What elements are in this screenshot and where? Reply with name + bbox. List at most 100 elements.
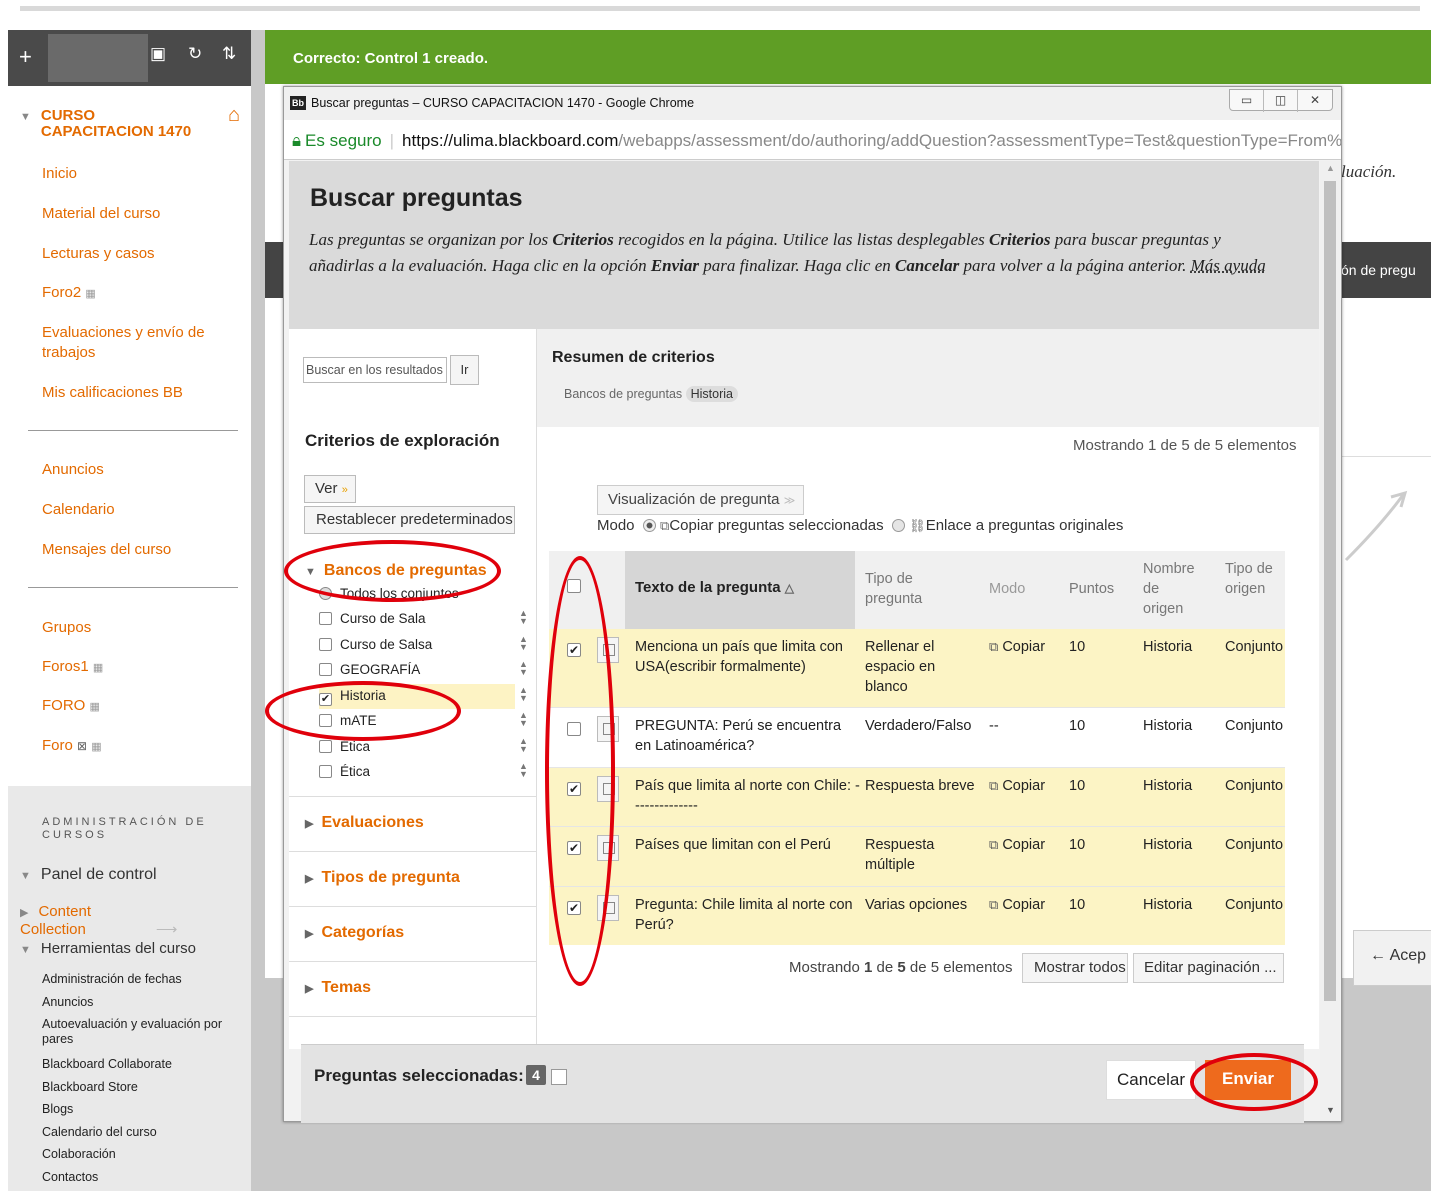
reorder-icon[interactable]: ▲ ▼ [519,635,528,652]
row-checkbox[interactable] [567,722,581,736]
section-tipos[interactable]: ▶ Tipos de pregunta [305,869,460,887]
col-text[interactable]: Texto de la pregunta △ [635,578,794,598]
preview-icon[interactable] [597,637,619,663]
address-bar[interactable]: 🔒︎ Es seguro | https://ulima.blackboard.com… [284,120,1341,160]
col-points[interactable]: Puntos [1069,579,1114,599]
summary-tag[interactable]: Historia [685,386,738,402]
tool-item[interactable]: Autoevaluación y evaluación por pares [42,1017,237,1047]
view-button[interactable]: Ver » [304,475,356,503]
table-row[interactable]: ✔ Menciona un país que limita con USA(es… [549,629,1285,707]
select-all-checkbox[interactable] [567,579,581,593]
radio-selected-icon[interactable] [642,519,656,532]
bank-label: Curso de Sala [340,611,426,626]
tool-item[interactable]: Blackboard Collaborate [42,1057,172,1072]
refresh-icon[interactable]: ↻ [188,44,202,64]
sidebar-item-foro[interactable]: Foro ⊠ ▦ [42,736,102,757]
bank-option[interactable]: mATE [319,709,515,734]
home-icon[interactable]: ⌂ [228,104,240,127]
tool-item[interactable]: Blackboard Store [42,1080,138,1095]
sidebar-item-calificaciones[interactable]: Mis calificaciones BB [42,383,183,403]
row-checkbox[interactable]: ✔ [567,782,581,796]
bank-option[interactable]: Curso de Sala [319,607,515,632]
accept-button[interactable]: ← Acep [1353,930,1431,986]
add-icon[interactable]: + [19,44,32,70]
reorder-icon[interactable]: ▲ ▼ [519,711,528,728]
close-icon[interactable]: ✕ [1298,90,1332,112]
question-display-button[interactable]: Visualización de pregunta ≫ [597,485,804,515]
send-button[interactable]: Enviar [1205,1060,1291,1100]
preview-icon[interactable] [597,835,619,861]
sort-icon[interactable]: ⇅ [222,44,236,64]
reorder-icon[interactable]: ▲ ▼ [519,609,528,626]
herramientas-del-curso[interactable]: ▼ Herramientas del curso [20,940,196,957]
row-checkbox[interactable]: ✔ [567,841,581,855]
col-origin-type[interactable]: Tipo de origen [1225,559,1275,599]
reorder-icon[interactable]: ▲ ▼ [519,737,528,754]
bank-option-selected[interactable]: ✔ Historia [319,684,515,709]
row-checkbox[interactable]: ✔ [567,901,581,915]
course-title[interactable]: ▼ CURSO CAPACITACION 1470 [20,108,211,140]
maximize-icon[interactable]: ◫ [1264,90,1298,112]
reset-defaults-button[interactable]: Restablecer predeterminados [304,506,515,534]
reorder-icon[interactable]: ▲ ▼ [519,762,528,779]
sidebar-item-foro-caps[interactable]: FORO ▦ [42,696,100,717]
tool-item[interactable]: Contactos [42,1170,98,1185]
content-collection[interactable]: ▶ Content Collection ⟶ [20,903,251,938]
bank-option[interactable]: Ética [319,735,515,760]
sidebar-item-mensajes[interactable]: Mensajes del curso [42,540,171,560]
desc-bold: Enviar [650,256,700,275]
col-origin-name[interactable]: Nombre de origen [1143,559,1203,619]
sidebar-item-material[interactable]: Material del curso [42,204,160,224]
window-title: Buscar preguntas – CURSO CAPACITACION 14… [311,96,695,110]
scroll-down-icon[interactable]: ▼ [1326,1105,1335,1115]
section-categorias[interactable]: ▶ Categorías [305,924,404,942]
show-all-button[interactable]: Mostrar todos [1022,953,1128,983]
minimize-icon[interactable]: ▭ [1230,90,1264,112]
section-banks[interactable]: ▼ Bancos de preguntas [305,562,487,580]
col-type[interactable]: Tipo de pregunta [865,569,955,609]
reorder-icon[interactable]: ▲ ▼ [519,660,528,677]
table-row[interactable]: ✔ Pregunta: Chile limita al norte con Pe… [549,887,1285,945]
sidebar-toolbar: + ▣ ↻ ⇅ [8,30,251,86]
panel-de-control[interactable]: ▼ Panel de control [20,866,157,884]
tool-item[interactable]: Calendario del curso [42,1125,157,1140]
sidebar-item-inicio[interactable]: Inicio [42,164,77,184]
top-strip [0,0,1431,30]
folder-icon[interactable]: ▣ [150,44,166,64]
scrollbar-thumb[interactable] [1324,181,1336,1001]
section-evaluaciones[interactable]: ▶ Evaluaciones [305,814,424,832]
tool-item[interactable]: Administración de fechas [42,972,182,987]
tool-item[interactable]: Blogs [42,1102,73,1117]
sidebar-item-evaluaciones[interactable]: Evaluaciones y envío de trabajos [42,323,222,363]
table-row[interactable]: PREGUNTA: Perú se encuentra en Latinoamé… [549,708,1285,767]
more-help-link[interactable]: Más ayuda [1191,256,1266,275]
edit-pagination-button[interactable]: Editar paginación ... [1133,953,1284,983]
bank-option[interactable]: Ética [319,760,515,785]
bank-all-option[interactable]: Todos los conjuntos [319,582,515,607]
bank-option[interactable]: Curso de Salsa [319,633,515,658]
sidebar-item-anuncios[interactable]: Anuncios [42,460,104,480]
cancel-button[interactable]: Cancelar [1106,1060,1196,1100]
bank-option[interactable]: GEOGRAFÍA [319,658,515,683]
sidebar-item-foros1[interactable]: Foros1 ▦ [42,657,103,678]
reorder-icon[interactable]: ▲ ▼ [519,686,528,703]
tool-item[interactable]: Anuncios [42,995,93,1010]
preview-icon[interactable] [597,776,619,802]
preview-icon[interactable] [597,895,619,921]
search-go-button[interactable]: Ir [450,355,479,385]
tool-item[interactable]: Colaboración [42,1147,116,1162]
radio-icon[interactable] [892,519,905,532]
expand-selected-icon[interactable] [551,1069,567,1085]
sidebar-item-foro2[interactable]: Foro2 ▦ [42,283,96,304]
table-row[interactable]: ✔ Países que limitan con el Perú Respues… [549,827,1285,886]
sidebar-item-lecturas[interactable]: Lecturas y casos [42,244,155,264]
section-temas[interactable]: ▶ Temas [305,979,371,997]
scroll-up-icon[interactable]: ▲ [1326,163,1335,173]
preview-icon[interactable] [597,716,619,742]
sidebar-item-calendario[interactable]: Calendario [42,500,115,520]
scrollbar[interactable]: ▲ ▼ [1320,161,1340,1121]
table-row[interactable]: ✔ País que limita al norte con Chile: --… [549,768,1285,826]
sidebar-item-grupos[interactable]: Grupos [42,618,91,638]
search-input[interactable]: Buscar en los resultados [303,357,447,383]
row-checkbox[interactable]: ✔ [567,643,581,657]
